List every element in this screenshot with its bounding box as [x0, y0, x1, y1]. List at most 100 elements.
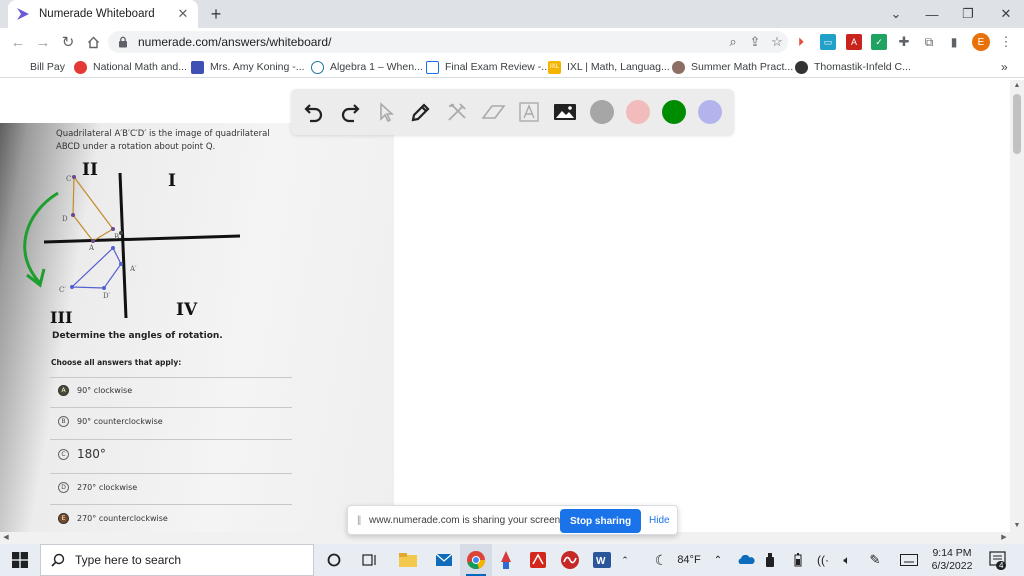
svg-text:W: W — [596, 556, 606, 567]
divider — [50, 504, 292, 505]
bookmark-mrs-amy-koning[interactable]: Mrs. Amy Koning -... — [191, 59, 305, 75]
home-button[interactable] — [83, 32, 103, 52]
cortana-icon[interactable] — [318, 544, 350, 576]
label-a: A — [88, 244, 95, 252]
side-panel-icon[interactable]: ▮ — [946, 34, 962, 50]
hide-button[interactable]: Hide — [649, 515, 670, 526]
choice-text: 90° clockwise — [77, 386, 133, 395]
forward-button[interactable]: → — [33, 32, 53, 52]
battery-icon[interactable] — [790, 544, 806, 576]
vertex-a — [91, 239, 95, 243]
redo-icon[interactable] — [335, 97, 365, 127]
word-icon[interactable]: W — [586, 544, 618, 576]
point-q — [119, 231, 123, 235]
tools-icon[interactable] — [442, 97, 472, 127]
more-bookmarks-chevron-icon[interactable]: » — [1001, 59, 1008, 75]
color-lavender-swatch[interactable] — [698, 100, 722, 124]
usb-device-icon[interactable] — [762, 544, 778, 576]
scroll-up-arrow-icon[interactable]: ▲ — [1010, 80, 1024, 92]
weather-temp[interactable]: 84°F — [674, 544, 704, 576]
tab-numerade-whiteboard[interactable]: Numerade Whiteboard ✕ — [8, 0, 198, 28]
bookmark-final-exam-review[interactable]: Final Exam Review -... — [426, 59, 550, 75]
mail-icon[interactable] — [428, 544, 460, 576]
start-button[interactable] — [0, 544, 40, 576]
close-window-button[interactable]: ✕ — [988, 0, 1024, 28]
restore-button[interactable]: ❐ — [950, 0, 986, 28]
menu-kebab-icon[interactable]: ⋮ — [998, 34, 1014, 50]
wifi-icon[interactable]: ((· — [814, 544, 832, 576]
scroll-down-arrow-icon[interactable]: ▼ — [1010, 520, 1024, 532]
quadrant-1-label: I — [168, 171, 176, 191]
system-clock[interactable]: 9:14 PM 6/3/2022 — [922, 547, 982, 573]
problem-text-line-1: Quadrilateral A′B′C′D′ is the image of q… — [56, 129, 270, 139]
task-view-icon[interactable] — [354, 544, 386, 576]
browser-toolbar: ← → ↻ numerade.com/answers/whiteboard/ ⌕… — [0, 28, 1024, 56]
extensions-puzzle-icon[interactable]: ✚ — [896, 34, 912, 50]
tab-search-icon[interactable]: ⌄ — [878, 0, 914, 28]
acrobat-icon[interactable] — [522, 544, 554, 576]
onedrive-icon[interactable] — [736, 544, 756, 576]
stop-sharing-button[interactable]: Stop sharing — [560, 509, 641, 533]
extension-check-icon[interactable]: ✓ — [871, 34, 887, 50]
bookmark-label: Mrs. Amy Koning -... — [210, 61, 305, 73]
pen-menu-icon[interactable]: ✎ — [866, 544, 884, 576]
share-icon[interactable]: ⇪ — [744, 31, 766, 53]
close-tab-icon[interactable]: ✕ — [176, 6, 190, 22]
weather-moon-icon[interactable]: ☾ — [652, 544, 670, 576]
choice-b: B 90° counterclockwise — [58, 416, 163, 427]
bookmark-algebra-1[interactable]: Algebra 1 – When... — [311, 59, 423, 75]
bookmark-thomastik[interactable]: Thomastik-Infeld C... — [795, 59, 911, 75]
drag-handle-icon[interactable]: || — [357, 515, 361, 526]
paint-app-icon[interactable] — [490, 544, 522, 576]
file-explorer-icon[interactable] — [392, 544, 424, 576]
keyboard-icon[interactable] — [898, 544, 920, 576]
zoom-search-icon[interactable]: ⌕ — [722, 31, 744, 53]
extension-pdf-icon[interactable]: A — [846, 34, 862, 50]
pen-icon[interactable] — [406, 97, 436, 127]
scroll-left-arrow-icon[interactable]: ◀ — [0, 532, 12, 544]
screen-recorder-icon[interactable] — [554, 544, 586, 576]
choice-text: 270° clockwise — [77, 483, 138, 492]
extension-screen-icon[interactable]: ▭ — [820, 34, 836, 50]
numerade-logo-icon — [17, 8, 29, 20]
eraser-icon[interactable] — [478, 97, 508, 127]
color-pink-swatch[interactable] — [626, 100, 650, 124]
instruction-heading: Determine the angles of rotation. — [52, 331, 223, 341]
volume-icon[interactable]: 🔈︎ — [838, 544, 856, 576]
bookmark-national-math[interactable]: National Math and... — [74, 59, 187, 75]
bookmark-label: Bill Pay — [30, 61, 66, 73]
image-icon[interactable] — [550, 97, 580, 127]
address-bar[interactable]: numerade.com/answers/whiteboard/ ⌕ ⇪ ☆ — [108, 31, 788, 53]
color-gray-swatch[interactable] — [590, 100, 614, 124]
bookmark-summer-math[interactable]: Summer Math Pract... — [672, 59, 793, 75]
scrollbar-thumb[interactable] — [1013, 94, 1021, 154]
undo-icon[interactable] — [299, 97, 329, 127]
scroll-apps-chevron-icon[interactable]: ⌃ — [618, 544, 632, 576]
windows-taskbar: Type here to search W ⌃ ☾ 84°F ⌃ ((· 🔈︎ … — [0, 544, 1024, 576]
notification-center-icon[interactable]: 4 — [988, 544, 1008, 576]
scroll-right-arrow-icon[interactable]: ▶ — [998, 532, 1010, 544]
rotation-arrow — [23, 191, 59, 285]
back-button[interactable]: ← — [8, 32, 28, 52]
x-axis-line — [43, 234, 241, 244]
taskbar-search[interactable]: Type here to search — [40, 544, 314, 576]
text-icon[interactable] — [514, 97, 544, 127]
pointer-icon[interactable] — [371, 97, 401, 127]
thomastik-icon — [795, 60, 808, 74]
vertical-scrollbar[interactable]: ▲ ▼ — [1010, 80, 1024, 544]
new-tab-button[interactable]: + — [206, 4, 226, 24]
choice-letter: D — [58, 482, 69, 493]
choice-text: 90° counterclockwise — [77, 417, 163, 426]
bookmark-star-icon[interactable]: ☆ — [766, 31, 788, 53]
show-hidden-icons-chevron-icon[interactable]: ⌃ — [710, 544, 726, 576]
bookmark-bill-pay[interactable]: Bill Pay — [30, 59, 65, 75]
cast-icon[interactable]: ⧉ — [921, 34, 937, 50]
profile-avatar[interactable]: E — [972, 33, 990, 51]
bookmark-ixl[interactable]: IXL IXL | Math, Languag... — [548, 59, 670, 75]
minimize-button[interactable]: — — [914, 0, 950, 28]
reload-button[interactable]: ↻ — [58, 32, 78, 52]
choice-d: D 270° clockwise — [58, 482, 137, 493]
chrome-taskbar-icon[interactable] — [460, 544, 492, 576]
extension-cast-red-icon[interactable]: ⏵ — [793, 34, 809, 50]
color-green-swatch[interactable] — [662, 100, 686, 124]
